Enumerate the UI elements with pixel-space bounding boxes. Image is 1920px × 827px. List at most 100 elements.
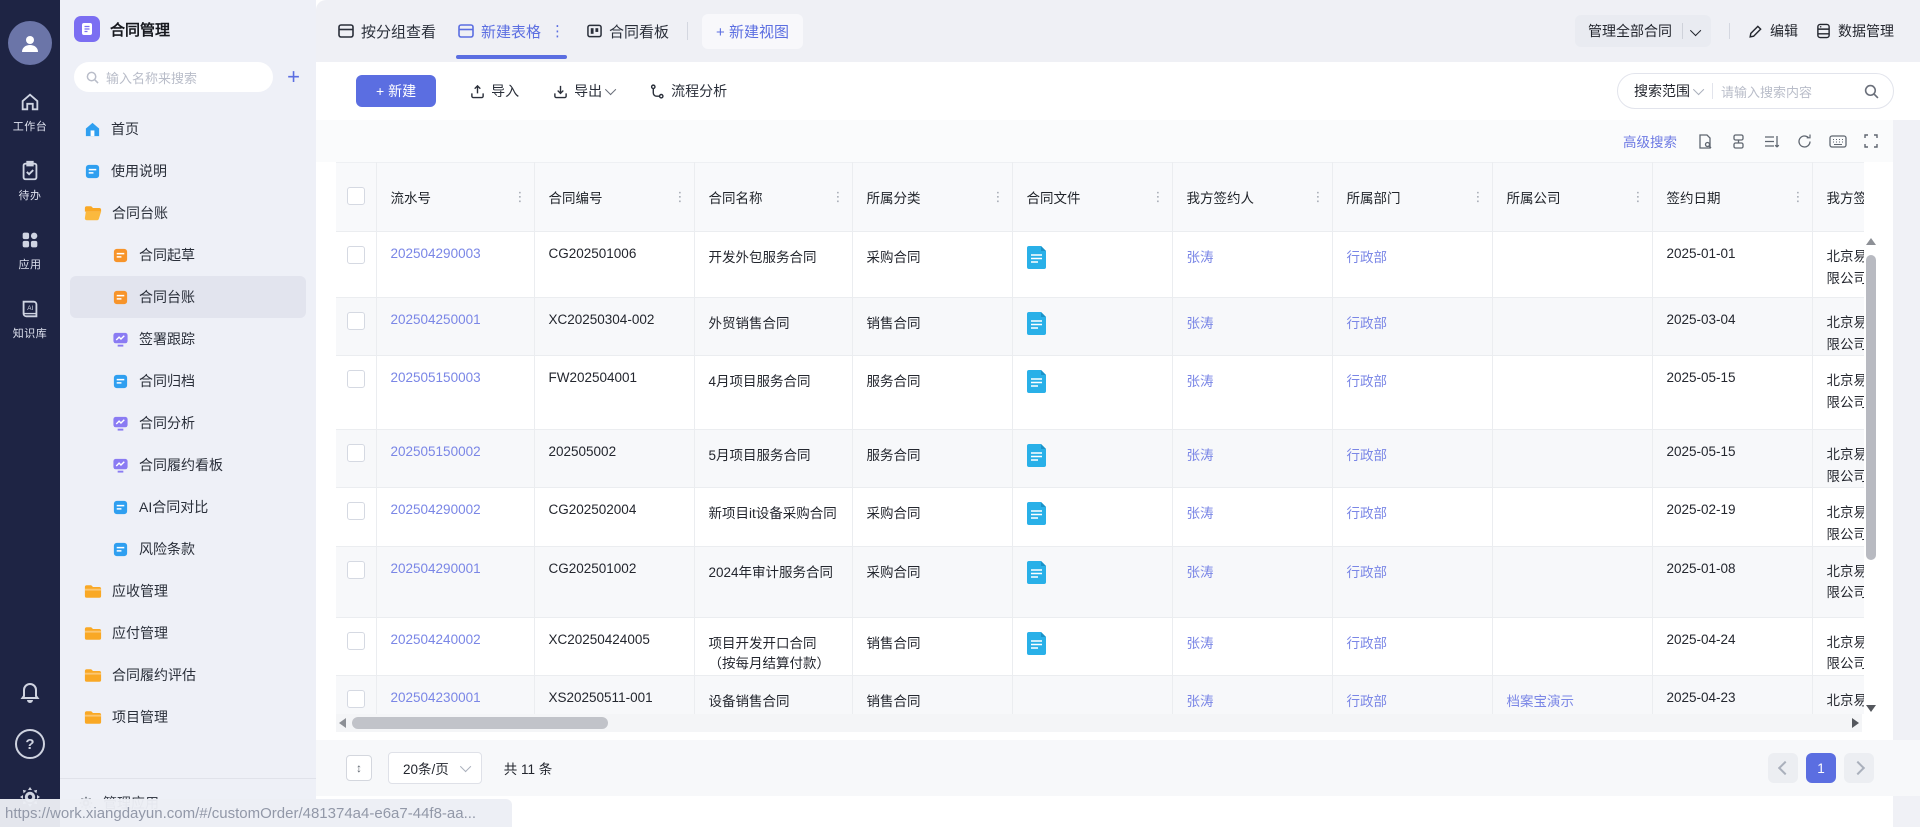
keyboard-icon[interactable] (1829, 134, 1847, 149)
sidebar-item-ledger-group[interactable]: 合同台账 (70, 192, 306, 234)
edit-button[interactable]: 编辑 (1748, 21, 1798, 41)
prev-page-button[interactable] (1768, 753, 1798, 783)
dept-link[interactable]: 行政部 (1347, 636, 1388, 651)
signer-link[interactable]: 张涛 (1187, 565, 1214, 580)
nav-apps[interactable]: 应用 (19, 229, 42, 272)
signer-link[interactable]: 张涛 (1187, 694, 1214, 709)
vertical-scroll-thumb[interactable] (1866, 255, 1876, 560)
contract-file-icon[interactable] (1027, 502, 1160, 525)
serial-link[interactable]: 202505150002 (391, 444, 481, 459)
signer-link[interactable]: 张涛 (1187, 506, 1214, 521)
select-all-checkbox[interactable] (347, 187, 365, 205)
tab-menu-icon[interactable]: ⋮ (550, 22, 565, 40)
sidebar-item-draft[interactable]: 合同起草 (70, 234, 306, 276)
advanced-search-link[interactable]: 高级搜索 (1623, 131, 1677, 151)
serial-link[interactable]: 202504290002 (391, 502, 481, 517)
sidebar-item-sign-track[interactable]: 签署跟踪 (70, 318, 306, 360)
table-row[interactable]: 202504290002 CG202502004 新项目it设备采购合同 采购合… (336, 488, 1864, 546)
serial-link[interactable]: 202504290003 (391, 246, 481, 261)
sidebar-search-input[interactable]: 输入名称来搜索 (74, 62, 273, 92)
table-row[interactable]: 202504250001 XC20250304-002 外贸销售合同 销售合同 … (336, 298, 1864, 356)
nav-workbench[interactable]: 工作台 (13, 91, 48, 134)
column-menu-icon[interactable]: ⋮ (1312, 189, 1324, 205)
sidebar-item-archive[interactable]: 合同归档 (70, 360, 306, 402)
column-header-our-party[interactable]: 我方签约 (1827, 187, 1865, 207)
row-checkbox[interactable] (347, 690, 365, 708)
sidebar-item-receivable[interactable]: 应收管理 (70, 570, 306, 612)
bell-icon[interactable] (18, 679, 42, 703)
column-header-code[interactable]: 合同编号 (549, 187, 603, 207)
column-header-serial[interactable]: 流水号 (391, 187, 432, 207)
sidebar-item-analysis[interactable]: 合同分析 (70, 402, 306, 444)
dept-link[interactable]: 行政部 (1347, 250, 1388, 265)
new-view-button[interactable]: + 新建视图 (702, 14, 803, 49)
serial-link[interactable]: 202504250001 (391, 312, 481, 327)
sidebar-item-performance-eval[interactable]: 合同履约评估 (70, 654, 306, 696)
dept-link[interactable]: 行政部 (1347, 506, 1388, 521)
column-menu-icon[interactable]: ⋮ (1472, 189, 1484, 205)
table-search-bar[interactable]: 搜索范围 请输入搜索内容 (1617, 73, 1894, 109)
dept-link[interactable]: 行政部 (1347, 316, 1388, 331)
row-checkbox[interactable] (347, 312, 365, 330)
next-page-button[interactable] (1844, 753, 1874, 783)
row-checkbox[interactable] (347, 502, 365, 520)
table-row[interactable]: 202505150002 202505002 5月项目服务合同 服务合同 张涛 … (336, 430, 1864, 488)
nav-knowledge[interactable]: AI 知识库 (13, 298, 48, 341)
search-scope-dropdown[interactable]: 搜索范围 (1618, 81, 1710, 101)
column-menu-icon[interactable]: ⋮ (1792, 189, 1804, 205)
nav-todo[interactable]: 待办 (19, 160, 42, 203)
signer-link[interactable]: 张涛 (1187, 448, 1214, 463)
column-header-signer[interactable]: 我方签约人 (1187, 187, 1255, 207)
search-icon[interactable] (1864, 84, 1879, 99)
help-icon[interactable]: ? (15, 729, 45, 759)
table-row[interactable]: 202504290003 CG202501006 开发外包服务合同 采购合同 张… (336, 232, 1864, 298)
serial-link[interactable]: 202505150003 (391, 370, 481, 385)
table-row[interactable]: 202504240002 XC20250424005 项目开发开口合同（按每月结… (336, 617, 1864, 675)
contract-file-icon[interactable] (1027, 561, 1160, 584)
dept-link[interactable]: 行政部 (1347, 565, 1388, 580)
sidebar-item-ledger[interactable]: 合同台账 (70, 276, 306, 318)
file-preview-icon[interactable] (1697, 133, 1714, 150)
export-button[interactable]: 导出 (553, 81, 616, 101)
sidebar-item-risk[interactable]: 风险条款 (70, 528, 306, 570)
sidebar-item-performance-board[interactable]: 合同履约看板 (70, 444, 306, 486)
company-link[interactable]: 档案宝演示 (1507, 694, 1575, 709)
column-header-name[interactable]: 合同名称 (709, 187, 763, 207)
row-checkbox[interactable] (347, 246, 365, 264)
sidebar-item-project[interactable]: 项目管理 (70, 696, 306, 738)
serial-link[interactable]: 202504290001 (391, 561, 481, 576)
flow-analysis-button[interactable]: 流程分析 (650, 81, 727, 101)
signer-link[interactable]: 张涛 (1187, 250, 1214, 265)
row-height-icon[interactable] (1763, 133, 1780, 150)
search-input[interactable]: 请输入搜索内容 (1721, 82, 1864, 101)
import-button[interactable]: 导入 (470, 81, 519, 101)
signer-link[interactable]: 张涛 (1187, 636, 1214, 651)
column-menu-icon[interactable]: ⋮ (1152, 189, 1164, 205)
contract-file-icon[interactable] (1027, 370, 1160, 393)
signer-link[interactable]: 张涛 (1187, 374, 1214, 389)
add-button[interactable]: + (283, 66, 304, 88)
column-header-category[interactable]: 所属分类 (867, 187, 921, 207)
column-menu-icon[interactable]: ⋮ (832, 189, 844, 205)
column-header-company[interactable]: 所属公司 (1507, 187, 1561, 207)
page-size-select[interactable]: 20条/页 (388, 752, 482, 784)
vertical-scrollbar[interactable] (1864, 232, 1878, 714)
scroll-left-arrow[interactable] (339, 718, 346, 728)
sidebar-item-ai-compare[interactable]: AI合同对比 (70, 486, 306, 528)
group-merge-icon[interactable] (1730, 133, 1747, 150)
tab-kanban[interactable]: 合同看板 (587, 0, 669, 62)
dept-link[interactable]: 行政部 (1347, 694, 1388, 709)
contract-file-icon[interactable] (1027, 632, 1160, 655)
dept-link[interactable]: 行政部 (1347, 448, 1388, 463)
sidebar-item-guide[interactable]: 使用说明 (70, 150, 306, 192)
data-manage-button[interactable]: 数据管理 (1816, 21, 1894, 41)
contract-file-icon[interactable] (1027, 312, 1160, 335)
contract-file-icon[interactable] (1027, 246, 1160, 269)
horizontal-scrollbar[interactable] (336, 714, 1862, 732)
fullscreen-icon[interactable] (1863, 133, 1879, 149)
avatar[interactable] (8, 21, 52, 65)
row-checkbox[interactable] (347, 444, 365, 462)
dept-link[interactable]: 行政部 (1347, 374, 1388, 389)
serial-link[interactable]: 202504230001 (391, 690, 481, 705)
column-menu-icon[interactable]: ⋮ (992, 189, 1004, 205)
